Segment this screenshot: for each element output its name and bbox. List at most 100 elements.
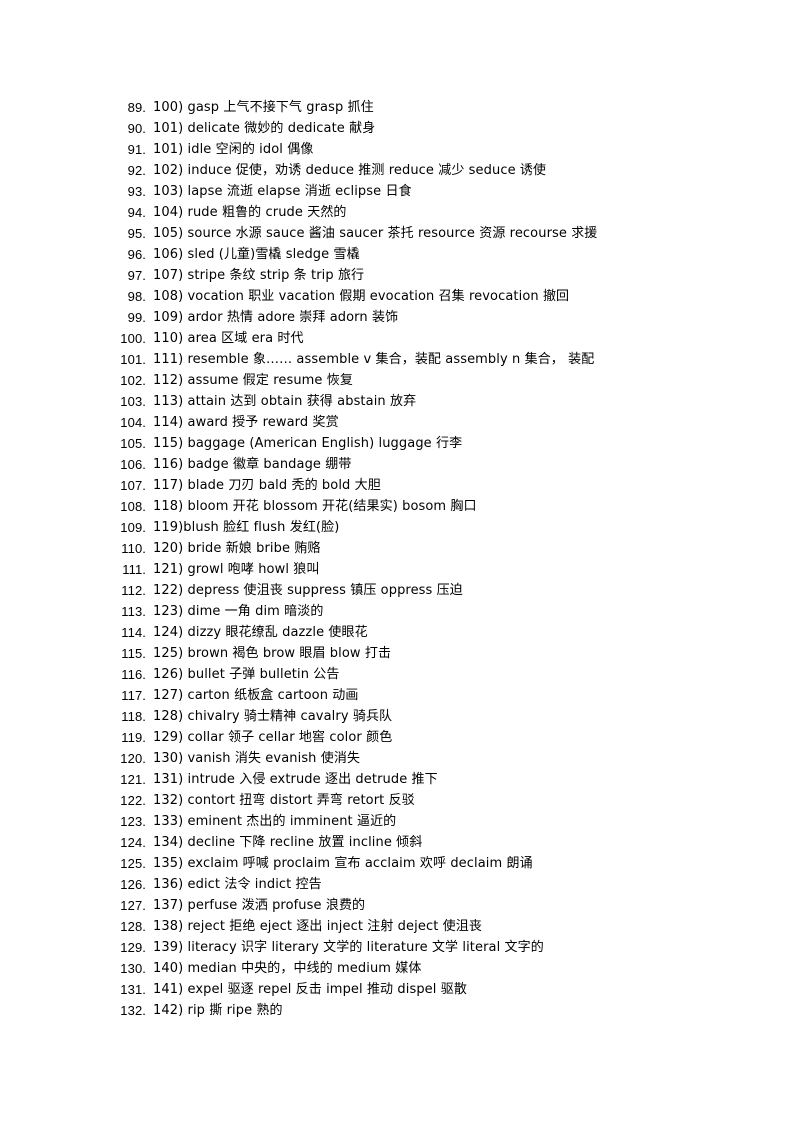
word-list-item-number: 123. [120, 814, 146, 829]
word-list-item: 117. 127) carton 纸板盒 cartoon 动画 [113, 685, 713, 706]
word-list-item-text: 131) intrude 入侵 extrude 逐出 detrude 推下 [153, 772, 438, 787]
word-list-item-text: 119)blush 脸红 flush 发红(脸) [153, 520, 340, 535]
word-list-item-text: 127) carton 纸板盒 cartoon 动画 [153, 688, 359, 703]
word-list-item: 120. 130) vanish 消失 evanish 使消失 [113, 748, 713, 769]
word-list-item-text: 112) assume 假定 resume 恢复 [153, 373, 353, 388]
word-list-item-text: 114) award 授予 reward 奖赏 [153, 415, 339, 430]
word-list-item: 122. 132) contort 扭弯 distort 弄弯 retort 反驳 [113, 790, 713, 811]
word-list-item-text: 106) sled (儿童)雪橇 sledge 雪橇 [153, 247, 360, 262]
word-list-item: 125. 135) exclaim 呼喊 proclaim 宣布 acclaim … [113, 853, 713, 874]
word-list-item-number: 90. [127, 121, 146, 136]
word-list-item-number: 117. [121, 688, 146, 703]
word-list-item: 92. 102) induce 促使，劝诱 deduce 推测 reduce 减少… [113, 160, 713, 181]
word-list-item-number: 124. [120, 835, 146, 850]
word-list-item: 132. 142) rip 撕 ripe 熟的 [113, 1000, 713, 1021]
word-list-item-number: 91. [127, 142, 146, 157]
word-list-item-number: 104. [120, 415, 146, 430]
word-list-item: 95. 105) source 水源 sauce 酱油 saucer 茶托 res… [113, 223, 713, 244]
word-list-item-number: 127. [120, 898, 146, 913]
word-list-item: 115. 125) brown 褐色 brow 眼眉 blow 打击 [113, 643, 713, 664]
word-list-item: 103. 113) attain 达到 obtain 获得 abstain 放弃 [113, 391, 713, 412]
word-list-item-number: 128. [120, 919, 146, 934]
word-list-item: 91. 101) idle 空闲的 idol 偶像 [113, 139, 713, 160]
word-list-item: 124. 134) decline 下降 recline 放置 incline 倾… [113, 832, 713, 853]
word-list-item-text: 125) brown 褐色 brow 眼眉 blow 打击 [153, 646, 392, 661]
word-list-item-number: 103. [120, 394, 146, 409]
word-list-item-number: 113. [121, 604, 146, 619]
word-list-item-text: 126) bullet 子弹 bulletin 公告 [153, 667, 340, 682]
word-list-item: 104. 114) award 授予 reward 奖赏 [113, 412, 713, 433]
word-list-item-number: 109. [120, 520, 146, 535]
word-list-item-number: 98. [127, 289, 146, 304]
word-list-container: 89. 100) gasp 上气不接下气 grasp 抓住 90. 101) deli… [113, 97, 713, 1021]
word-list-item-number: 122. [120, 793, 146, 808]
word-list-item-text: 100) gasp 上气不接下气 grasp 抓住 [153, 100, 374, 115]
word-list-item-text: 109) ardor 热情 adore 崇拜 adorn 装饰 [153, 310, 399, 325]
word-list-item: 110. 120) bride 新娘 bribe 贿赂 [113, 538, 713, 559]
word-list-item: 116. 126) bullet 子弹 bulletin 公告 [113, 664, 713, 685]
word-list-item-text: 105) source 水源 sauce 酱油 saucer 茶托 resour… [153, 226, 598, 241]
word-list-item-number: 131. [120, 982, 146, 997]
word-list-item: 113. 123) dime 一角 dim 暗淡的 [113, 601, 713, 622]
word-list-item-text: 118) bloom 开花 blossom 开花(结果实) bosom 胸口 [153, 499, 477, 514]
word-list-item-number: 99. [127, 310, 146, 325]
word-list-item-number: 106. [120, 457, 146, 472]
word-list-item-text: 133) eminent 杰出的 imminent 逼近的 [153, 814, 397, 829]
word-list-item-text: 116) badge 徽章 bandage 绷带 [153, 457, 352, 472]
word-list-item-number: 116. [121, 667, 146, 682]
word-list-item: 119. 129) collar 领子 cellar 地窖 color 颜色 [113, 727, 713, 748]
word-list-item-text: 130) vanish 消失 evanish 使消失 [153, 751, 361, 766]
word-list-item-text: 141) expel 驱逐 repel 反击 impel 推动 dispel 驱… [153, 982, 467, 997]
word-list-item: 109. 119)blush 脸红 flush 发红(脸) [113, 517, 713, 538]
word-list-item-text: 107) stripe 条纹 strip 条 trip 旅行 [153, 268, 365, 283]
word-list-item-number: 96. [127, 247, 146, 262]
word-list-item: 131. 141) expel 驱逐 repel 反击 impel 推动 disp… [113, 979, 713, 1000]
word-list-item-text: 124) dizzy 眼花缭乱 dazzle 使眼花 [153, 625, 368, 640]
word-list-item-text: 136) edict 法令 indict 控告 [153, 877, 322, 892]
word-list-item: 100. 110) area 区域 era 时代 [113, 328, 713, 349]
word-list-item: 127. 137) perfuse 泼洒 profuse 浪费的 [113, 895, 713, 916]
word-list-item: 96. 106) sled (儿童)雪橇 sledge 雪橇 [113, 244, 713, 265]
word-list-item: 105. 115) baggage (American English) lugg… [113, 433, 713, 454]
word-list-item: 98. 108) vocation 职业 vacation 假期 evocatio… [113, 286, 713, 307]
word-list-item-text: 138) reject 拒绝 eject 逐出 inject 注射 deject… [153, 919, 482, 934]
word-list-item: 121. 131) intrude 入侵 extrude 逐出 detrude 推… [113, 769, 713, 790]
word-list-item: 102. 112) assume 假定 resume 恢复 [113, 370, 713, 391]
word-list-item-text: 128) chivalry 骑士精神 cavalry 骑兵队 [153, 709, 393, 724]
word-list-item-text: 137) perfuse 泼洒 profuse 浪费的 [153, 898, 366, 913]
word-list-item-text: 132) contort 扭弯 distort 弄弯 retort 反驳 [153, 793, 415, 808]
word-list-item-number: 107. [120, 478, 146, 493]
word-list-item: 130. 140) median 中央的，中线的 medium 媒体 [113, 958, 713, 979]
word-list-item-number: 111. [122, 562, 146, 577]
word-list-item-number: 121. [120, 772, 146, 787]
word-list-item-text: 120) bride 新娘 bribe 贿赂 [153, 541, 321, 556]
word-list-item-text: 135) exclaim 呼喊 proclaim 宣布 acclaim 欢呼 d… [153, 856, 533, 871]
word-list-item-text: 139) literacy 识字 literary 文学的 literature… [153, 940, 544, 955]
word-list-item-text: 115) baggage (American English) luggage … [153, 436, 463, 451]
word-list-item-number: 102. [120, 373, 146, 388]
word-list-item-number: 108. [120, 499, 146, 514]
word-list-item-number: 105. [120, 436, 146, 451]
word-list-item: 107. 117) blade 刀刃 bald 秃的 bold 大胆 [113, 475, 713, 496]
word-list-item-text: 108) vocation 职业 vacation 假期 evocation 召… [153, 289, 570, 304]
word-list-item-text: 123) dime 一角 dim 暗淡的 [153, 604, 324, 619]
word-list-item-text: 103) lapse 流逝 elapse 消逝 eclipse 日食 [153, 184, 412, 199]
word-list-item-text: 104) rude 粗鲁的 crude 天然的 [153, 205, 347, 220]
word-list-item-number: 100. [120, 331, 146, 346]
word-list-item: 114. 124) dizzy 眼花缭乱 dazzle 使眼花 [113, 622, 713, 643]
word-list-item-text: 111) resemble 象…… assemble v 集合，装配 assem… [153, 352, 595, 367]
word-list-item-number: 89. [127, 100, 146, 115]
word-list-item-number: 115. [121, 646, 146, 661]
word-list-item-text: 102) induce 促使，劝诱 deduce 推测 reduce 减少 se… [153, 163, 547, 178]
word-list-item-number: 97. [127, 268, 146, 283]
word-list-item-number: 132. [120, 1003, 146, 1018]
vocabulary-word-list: 89. 100) gasp 上气不接下气 grasp 抓住 90. 101) deli… [113, 97, 713, 1021]
word-list-item-text: 140) median 中央的，中线的 medium 媒体 [153, 961, 422, 976]
word-list-item: 126. 136) edict 法令 indict 控告 [113, 874, 713, 895]
word-list-item: 90. 101) delicate 微妙的 dedicate 献身 [113, 118, 713, 139]
word-list-item-text: 117) blade 刀刃 bald 秃的 bold 大胆 [153, 478, 381, 493]
word-list-item: 129. 139) literacy 识字 literary 文学的 litera… [113, 937, 713, 958]
word-list-item: 112. 122) depress 使沮丧 suppress 镇压 oppress… [113, 580, 713, 601]
word-list-item-text: 142) rip 撕 ripe 熟的 [153, 1003, 283, 1018]
word-list-item-number: 125. [120, 856, 146, 871]
